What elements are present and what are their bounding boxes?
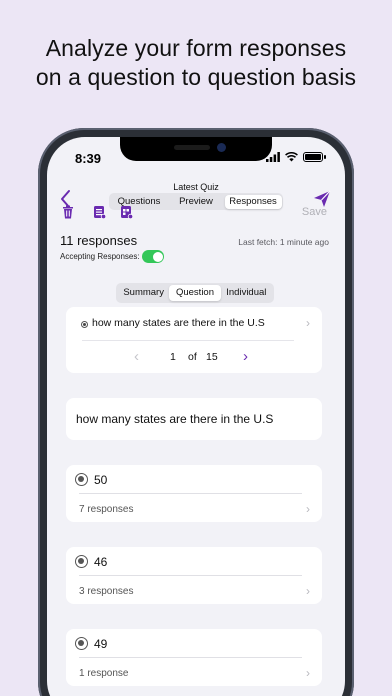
tab-question[interactable]: Question [169, 285, 221, 301]
option-value: 50 [94, 473, 108, 487]
option-card[interactable]: 49 1 response › [66, 629, 322, 686]
status-time: 8:39 [75, 151, 102, 166]
question-title: how many states are there in the U.S [76, 412, 274, 426]
tab-summary[interactable]: Summary [118, 285, 169, 301]
chevron-right-icon[interactable]: › [306, 584, 310, 598]
divider [82, 340, 294, 341]
camera [217, 143, 226, 152]
export-csv-icon[interactable] [119, 205, 133, 219]
divider [79, 493, 302, 494]
status-icons [266, 152, 326, 162]
radio-icon [75, 555, 88, 568]
chevron-right-icon[interactable]: › [306, 502, 310, 516]
option-card[interactable]: 46 3 responses › [66, 547, 322, 604]
divider [79, 657, 302, 658]
headline: Analyze your form responses on a questio… [0, 34, 392, 92]
headline-line-1: Analyze your form responses [45, 35, 347, 61]
option-card[interactable]: 50 7 responses › [66, 465, 322, 522]
save-button[interactable]: Save [302, 206, 327, 218]
option-value: 49 [94, 637, 108, 651]
trash-icon[interactable] [61, 205, 75, 219]
option-value: 46 [94, 555, 108, 569]
response-count: 11 responses [60, 233, 138, 248]
radio-icon [75, 637, 88, 650]
headline-line-2: on a question to question basis [35, 64, 357, 90]
chevron-right-icon[interactable]: › [306, 666, 310, 680]
wifi-icon [285, 152, 298, 162]
of-label: of [188, 351, 197, 363]
option-response-count: 7 responses [79, 504, 134, 515]
view-segmented-control: Summary Question Individual [116, 283, 274, 303]
last-fetch: Last fetch: 1 minute ago [238, 237, 329, 247]
chevron-right-icon[interactable]: › [306, 316, 310, 330]
total-pages: 15 [206, 351, 218, 363]
option-response-count: 3 responses [79, 586, 134, 597]
signal-icon [266, 152, 280, 162]
nav-title: Latest Quiz [173, 182, 219, 192]
option-response-count: 1 response [79, 668, 129, 679]
divider [79, 575, 302, 576]
toolbar: Save [47, 201, 345, 223]
tab-individual[interactable]: Individual [221, 285, 272, 301]
accepting-responses-toggle[interactable] [142, 250, 164, 263]
export-sheet-icon[interactable] [92, 205, 106, 219]
question-selector-card: how many states are there in the U.S › ‹… [66, 307, 322, 373]
question-type-icon [81, 321, 88, 328]
phone-frame: 8:39 Latest Quiz Questions Preview Respo… [38, 128, 354, 696]
notch [120, 137, 272, 161]
current-page: 1 [170, 351, 176, 363]
next-question-icon[interactable]: › [243, 348, 248, 365]
radio-icon [75, 473, 88, 486]
accepting-responses-label: Accepting Responses: [60, 252, 140, 261]
speaker [174, 145, 210, 150]
battery-icon [303, 152, 326, 162]
previous-question-icon[interactable]: ‹ [134, 348, 139, 365]
question-title-card: how many states are there in the U.S [66, 398, 322, 440]
phone-screen: 8:39 Latest Quiz Questions Preview Respo… [47, 137, 345, 696]
question-selector-text[interactable]: how many states are there in the U.S [92, 317, 265, 329]
question-pager: ‹ 1 of 15 › [66, 348, 322, 366]
